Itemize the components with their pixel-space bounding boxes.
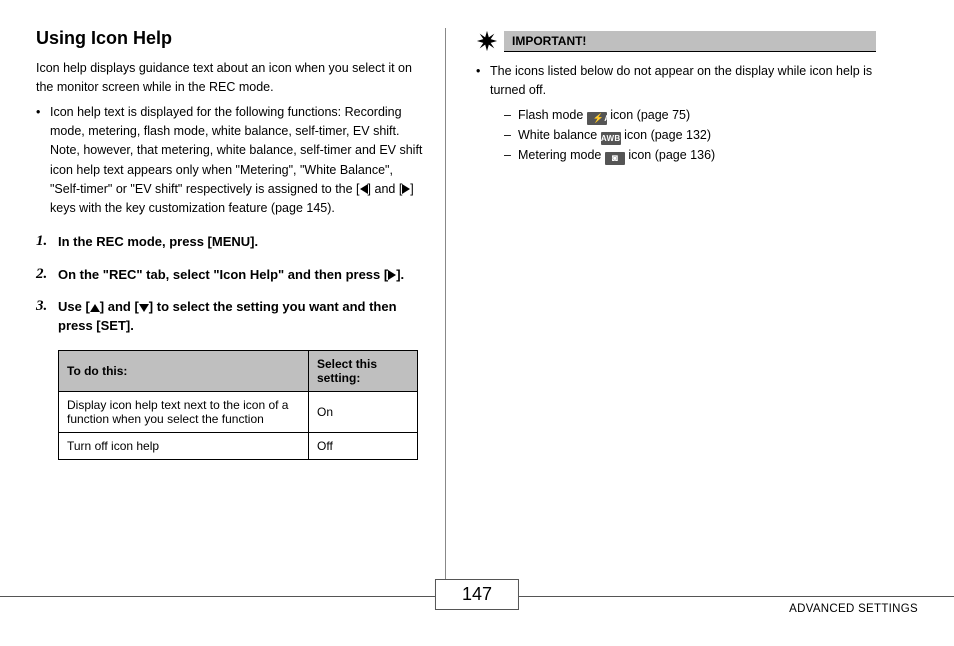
- up-arrow-icon: [90, 304, 100, 312]
- list-item: Flash mode ⚡A icon (page 75): [504, 105, 876, 125]
- step-1: 1. In the REC mode, press [MENU].: [36, 233, 425, 252]
- manual-page: Using Icon Help Icon help displays guida…: [0, 0, 954, 646]
- item-text: Flash mode: [518, 108, 587, 122]
- step-text-part: On the "REC" tab, select "Icon Help" and…: [58, 267, 388, 282]
- intro-paragraph: Icon help displays guidance text about a…: [36, 59, 425, 97]
- item-text: Metering mode: [518, 148, 605, 162]
- bullet-text-part: Icon help text is displayed for the foll…: [50, 105, 422, 197]
- table-cell-action: Turn off icon help: [59, 433, 309, 460]
- white-balance-icon: AWB: [601, 132, 621, 145]
- table-cell-action: Display icon help text next to the icon …: [59, 392, 309, 433]
- table-row: Turn off icon help Off: [59, 433, 418, 460]
- item-text: icon (page 75): [607, 108, 690, 122]
- info-bullet: Icon help text is displayed for the foll…: [36, 103, 425, 219]
- table-header-action: To do this:: [59, 351, 309, 392]
- metering-mode-icon: ◙: [605, 152, 625, 165]
- important-lead-text: The icons listed below do not appear on …: [490, 64, 872, 97]
- footer-section-label: ADVANCED SETTINGS: [789, 603, 918, 615]
- right-column: IMPORTANT! The icons listed below do not…: [446, 28, 876, 588]
- page-footer: 147 ADVANCED SETTINGS: [0, 596, 954, 632]
- step-3: 3. Use [] and [] to select the setting y…: [36, 298, 425, 336]
- icon-off-list: Flash mode ⚡A icon (page 75) White balan…: [490, 105, 876, 165]
- important-banner: IMPORTANT!: [476, 30, 876, 52]
- page-number: 147: [435, 579, 519, 610]
- left-column: Using Icon Help Icon help displays guida…: [36, 28, 446, 588]
- item-text: White balance: [518, 128, 601, 142]
- section-heading: Using Icon Help: [36, 28, 425, 49]
- table-header-setting: Select this setting:: [309, 351, 418, 392]
- settings-table: To do this: Select this setting: Display…: [58, 350, 418, 460]
- procedure-steps: 1. In the REC mode, press [MENU]. 2. On …: [36, 233, 425, 336]
- info-bullet-list: Icon help text is displayed for the foll…: [36, 103, 425, 219]
- item-text: icon (page 136): [625, 148, 715, 162]
- list-item: White balance AWB icon (page 132): [504, 125, 876, 145]
- important-label: IMPORTANT!: [504, 31, 876, 52]
- step-number: 1.: [36, 231, 47, 253]
- two-column-layout: Using Icon Help Icon help displays guida…: [36, 28, 918, 588]
- step-2: 2. On the "REC" tab, select "Icon Help" …: [36, 266, 425, 285]
- down-arrow-icon: [139, 304, 149, 312]
- list-item: Metering mode ◙ icon (page 136): [504, 145, 876, 165]
- step-number: 3.: [36, 296, 47, 318]
- step-text: In the REC mode, press [MENU].: [58, 234, 258, 249]
- flash-mode-icon: ⚡A: [587, 112, 607, 125]
- important-bullet-list: The icons listed below do not appear on …: [476, 62, 876, 165]
- step-text-part: Use [: [58, 299, 90, 314]
- table-cell-setting: On: [309, 392, 418, 433]
- important-bullet: The icons listed below do not appear on …: [476, 62, 876, 165]
- starburst-icon: [476, 30, 498, 52]
- step-text-part: ] and [: [100, 299, 139, 314]
- table-row: Display icon help text next to the icon …: [59, 392, 418, 433]
- table-cell-setting: Off: [309, 433, 418, 460]
- step-number: 2.: [36, 264, 47, 286]
- step-text-part: ].: [396, 267, 404, 282]
- table-header-row: To do this: Select this setting:: [59, 351, 418, 392]
- left-arrow-icon: [360, 184, 368, 194]
- item-text: icon (page 132): [621, 128, 711, 142]
- bullet-text-part: ] and [: [368, 182, 403, 196]
